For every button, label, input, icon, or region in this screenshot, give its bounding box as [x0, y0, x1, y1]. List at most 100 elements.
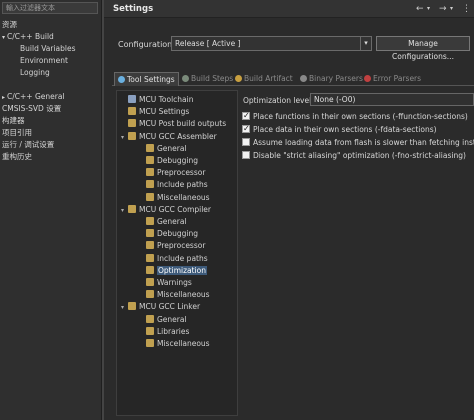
tree-node[interactable]: ▾ MCU GCC Linker: [121, 301, 200, 313]
tree-node[interactable]: Debugging: [139, 228, 198, 240]
configuration-select[interactable]: Release [ Active ] ▾: [171, 36, 372, 51]
tab-build-artifact[interactable]: Build Artifact: [235, 72, 293, 86]
tree-node[interactable]: Preprocessor: [139, 240, 205, 252]
optimization-level-select[interactable]: None (-O0): [310, 93, 474, 106]
nav-item[interactable]: ▾ C/C++ Build: [2, 31, 54, 43]
tree-node[interactable]: General: [139, 216, 187, 228]
tree-node-label: Debugging: [157, 156, 199, 165]
tree-node-label: Debugging: [157, 229, 199, 239]
tree-node[interactable]: MCU Toolchain: [121, 94, 193, 106]
tree-node-label: MCU Post build outputs: [139, 119, 227, 129]
tree-node[interactable]: MCU Settings: [121, 106, 189, 118]
forward-menu-icon[interactable]: ▾: [450, 3, 453, 15]
tab-error-parsers[interactable]: Error Parsers: [364, 72, 421, 86]
tree-node-label: Miscellaneous: [157, 192, 210, 202]
chevron-down-icon[interactable]: ▾: [121, 205, 127, 217]
option-checkbox-row[interactable]: Place functions in their own sections (-…: [242, 110, 468, 123]
gear-icon: [146, 192, 154, 201]
more-options-icon[interactable]: ⋮: [462, 3, 471, 15]
tree-node[interactable]: Optimization: [139, 265, 207, 277]
nav-item[interactable]: CMSIS-SVD 设置: [2, 103, 61, 115]
nav-item[interactable]: Logging: [20, 67, 50, 79]
tree-node[interactable]: Include paths: [139, 179, 208, 191]
forward-icon[interactable]: →: [439, 3, 447, 15]
tree-node-label: General: [157, 143, 187, 153]
tree-node-label: Preprocessor: [157, 168, 206, 178]
tree-node-label: Preprocessor: [157, 241, 206, 251]
gear-icon: [146, 241, 154, 250]
build-artifact-icon: [235, 75, 242, 82]
option-checkbox-row[interactable]: Disable "strict aliasing" optimization (…: [242, 150, 466, 162]
settings-header: Settings ← ▾ → ▾ ⋮: [104, 0, 474, 18]
optimization-level-label: Optimization level: [243, 96, 312, 105]
gear-icon: [146, 180, 154, 189]
gear-icon: [146, 168, 154, 177]
error-parsers-icon: [364, 75, 371, 82]
nav-item-label: 构建器: [2, 116, 25, 125]
checkbox[interactable]: [242, 138, 250, 146]
nav-item[interactable]: 重构历史: [2, 151, 32, 163]
tree-node-label: MCU GCC Linker: [139, 302, 201, 312]
tree-node[interactable]: General: [139, 314, 187, 326]
chevron-down-icon[interactable]: ▾: [360, 37, 371, 50]
tree-node[interactable]: Debugging: [139, 155, 198, 167]
tree-node[interactable]: Libraries: [139, 326, 189, 338]
checkbox-label: Disable "strict aliasing" optimization (…: [253, 151, 466, 160]
nav-item[interactable]: 运行 / 调试设置: [2, 139, 54, 151]
chevron-right-icon[interactable]: ▸: [2, 94, 5, 101]
tree-node-label: Include paths: [157, 253, 208, 263]
settings-tabs: Tool Settings Build Steps Build Artifact…: [112, 72, 474, 86]
gear-icon: [128, 107, 136, 116]
chevron-down-icon[interactable]: ▾: [121, 302, 127, 314]
nav-item-label: Build Variables: [20, 44, 76, 53]
nav-item[interactable]: ▸ C/C++ General: [2, 91, 65, 103]
gear-icon: [128, 302, 136, 311]
tree-node[interactable]: MCU Post build outputs: [121, 118, 226, 130]
gear-icon: [146, 253, 154, 262]
tab-tool-settings[interactable]: Tool Settings: [114, 72, 179, 86]
tree-node[interactable]: ▾ MCU GCC Compiler: [121, 204, 211, 216]
tree-node[interactable]: Miscellaneous: [139, 338, 210, 350]
pane-divider[interactable]: [102, 0, 104, 420]
nav-item[interactable]: Build Variables: [20, 43, 76, 55]
tree-node[interactable]: Warnings: [139, 277, 192, 289]
tree-node[interactable]: Preprocessor: [139, 167, 205, 179]
checkbox[interactable]: [242, 123, 250, 135]
option-checkbox-row[interactable]: Assume loading data from flash is slower…: [242, 137, 474, 149]
tool-settings-tree: MCU Toolchain MCU Settings MCU Post build …: [116, 90, 238, 416]
nav-item-label: C/C++ General: [7, 92, 65, 101]
gear-icon: [128, 119, 136, 128]
checkbox[interactable]: [242, 110, 250, 122]
tab-build-steps[interactable]: Build Steps: [182, 72, 233, 86]
tree-node[interactable]: Miscellaneous: [139, 192, 210, 204]
chevron-down-icon[interactable]: ▾: [2, 34, 5, 41]
chevron-down-icon[interactable]: ▾: [121, 132, 127, 144]
back-icon[interactable]: ←: [416, 3, 424, 15]
nav-item[interactable]: 资源: [2, 19, 17, 31]
tree-node-label: MCU GCC Assembler: [139, 131, 217, 141]
gear-icon: [146, 278, 154, 286]
tree-node[interactable]: Miscellaneous: [139, 289, 210, 301]
tree-node-label: MCU GCC Compiler: [139, 204, 212, 214]
gear-icon: [128, 204, 136, 213]
tree-node[interactable]: General: [139, 143, 187, 155]
checkbox[interactable]: [242, 151, 250, 159]
nav-item[interactable]: Environment: [20, 55, 68, 67]
nav-item[interactable]: 构建器: [2, 115, 25, 127]
gear-icon: [146, 339, 154, 347]
checkbox-label: Place functions in their own sections (-…: [253, 112, 468, 121]
tree-node-label: General: [157, 217, 187, 226]
tree-node-label: MCU Settings: [139, 107, 190, 117]
manage-configurations-button[interactable]: Manage Configurations...: [376, 36, 470, 61]
tab-binary-parsers[interactable]: Binary Parsers: [300, 72, 363, 86]
configuration-value: Release [ Active ]: [175, 39, 241, 48]
tree-node-label: Miscellaneous: [157, 290, 210, 300]
option-checkbox-row[interactable]: Place data in their own sections (-fdata…: [242, 123, 437, 136]
tree-node[interactable]: ▾ MCU GCC Assembler: [121, 131, 217, 143]
filter-input[interactable]: 輸入过滤器文本: [2, 2, 98, 14]
nav-item[interactable]: 项目引用: [2, 127, 32, 139]
nav-item-label: 项目引用: [2, 128, 32, 137]
tree-node-label: MCU Toolchain: [139, 95, 194, 104]
tree-node[interactable]: Include paths: [139, 253, 208, 265]
back-menu-icon[interactable]: ▾: [427, 3, 430, 15]
